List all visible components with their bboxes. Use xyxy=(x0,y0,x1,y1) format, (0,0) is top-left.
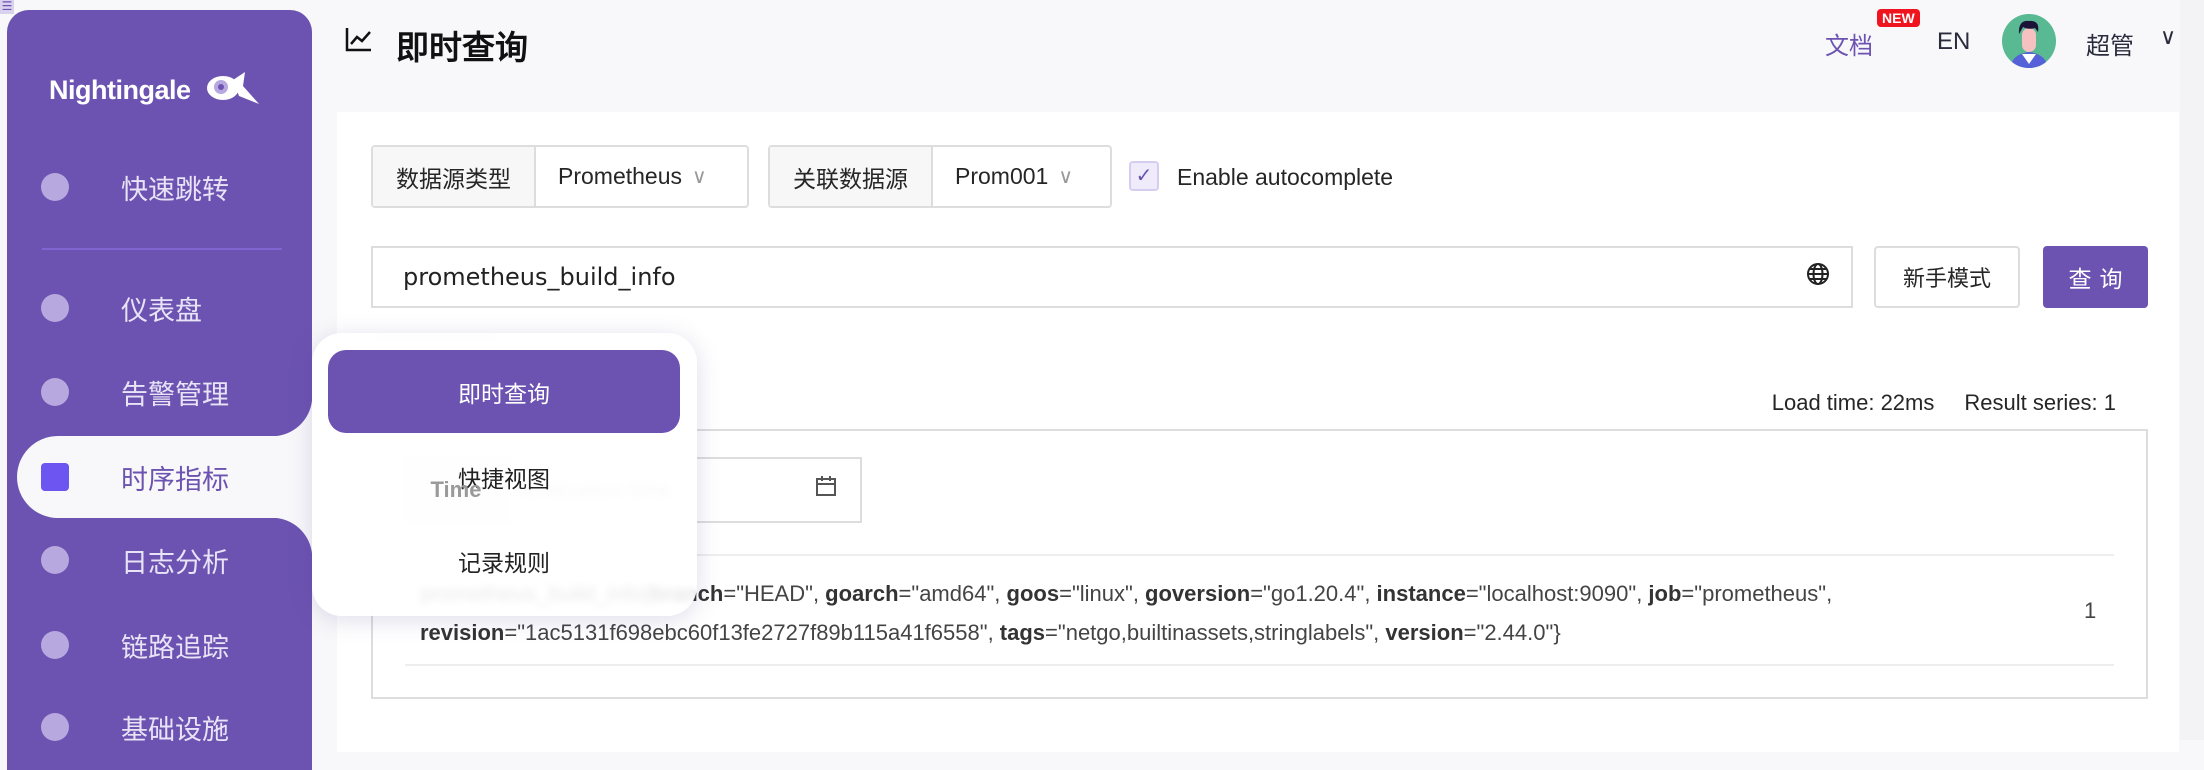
label-key: goversion xyxy=(1145,581,1251,606)
result-series: Result series: 1 xyxy=(1964,390,2116,415)
language-switch[interactable]: EN xyxy=(1937,28,1970,56)
autocomplete-checkbox[interactable]: ✓ xyxy=(1129,161,1159,191)
label-key: tags xyxy=(999,620,1046,645)
alarm-icon xyxy=(41,378,69,406)
popover-item[interactable]: 记录规则 xyxy=(328,519,680,602)
docs-link[interactable]: 文档 xyxy=(1825,26,1873,61)
sidebar-item-link[interactable]: 链路追踪 xyxy=(17,604,305,686)
label-key: job xyxy=(1648,581,1682,606)
datasource-type-label: 数据源类型 xyxy=(373,147,536,206)
avatar[interactable] xyxy=(2002,14,2056,68)
label-value: "2.44.0" xyxy=(1476,620,1554,645)
label-value: "prometheus" xyxy=(1694,581,1827,606)
label-value: "go1.20.4" xyxy=(1263,581,1365,606)
label-key: instance xyxy=(1376,581,1466,606)
calendar-icon[interactable] xyxy=(814,474,838,505)
datasource-type-value: Prometheus xyxy=(558,163,683,189)
load-time: Load time: 22ms xyxy=(1771,390,1935,415)
chevron-down-icon[interactable]: ∨ xyxy=(2160,24,2176,50)
autocomplete-label[interactable]: Enable autocomplete xyxy=(1177,164,1393,191)
label-key: goos xyxy=(1006,581,1060,606)
link-icon xyxy=(41,631,69,659)
metrics-icon xyxy=(41,463,69,491)
user-name[interactable]: 超管 xyxy=(2086,26,2134,61)
result-value: 1 xyxy=(2084,598,2097,623)
label-value: "amd64" xyxy=(911,581,995,606)
chevron-down-icon: ∨ xyxy=(692,166,707,188)
log-icon xyxy=(41,546,69,574)
sidebar-item-infra[interactable]: 基础设施 xyxy=(17,686,305,768)
promql-input[interactable]: prometheus_build_info xyxy=(371,246,1853,308)
sidebar-item-label: 告警管理 xyxy=(121,379,229,410)
nightingale-bird-icon xyxy=(206,72,259,104)
menu-collapse-icon[interactable]: ☰ xyxy=(0,0,14,14)
label-value: "linux" xyxy=(1071,581,1133,606)
popover-item[interactable]: 快捷视图 xyxy=(328,435,680,518)
label-value: "localhost:9090" xyxy=(1478,581,1637,606)
time-label: Time xyxy=(430,477,482,502)
label-key: revision xyxy=(420,620,505,645)
new-badge: NEW xyxy=(1877,9,1920,27)
dashboard-icon xyxy=(41,294,69,322)
sidebar-item-metrics[interactable]: 时序指标 xyxy=(17,396,312,558)
sidebar-item-label: 链路追踪 xyxy=(121,632,229,663)
sidebar-item-label: 时序指标 xyxy=(121,464,229,495)
datasource-label: 关联数据源 xyxy=(770,147,933,206)
search-icon xyxy=(41,173,69,201)
divider xyxy=(405,664,2114,666)
sidebar-item-dashboard[interactable]: 仪表盘 xyxy=(17,267,305,349)
sidebar-divider xyxy=(42,248,282,250)
infra-icon xyxy=(41,713,69,741)
label-value: "netgo,builtinassets,stringlabels" xyxy=(1057,620,1374,645)
datasource-value: Prom001 xyxy=(955,163,1049,189)
query-stats: Load time: 22ms Result series: 1 xyxy=(1772,390,2116,416)
datasource-select[interactable]: 关联数据源 Prom001 ∨ xyxy=(768,145,1112,208)
sidebar-item-label: 基础设施 xyxy=(121,714,229,745)
label-key: goarch xyxy=(825,581,899,606)
sidebar-item-log[interactable]: 日志分析 xyxy=(17,519,305,601)
sidebar-item-label: 日志分析 xyxy=(121,547,229,578)
query-mode-popover: 即时查询 快捷视图 记录规则 xyxy=(312,333,697,616)
sidebar-item-alarm[interactable]: 告警管理 xyxy=(17,351,305,433)
datasource-type-select[interactable]: 数据源类型 Prometheus ∨ xyxy=(371,145,749,208)
query-button[interactable]: 查询 xyxy=(2043,246,2148,308)
label-key: version xyxy=(1385,620,1464,645)
label-value: "HEAD" xyxy=(736,581,813,606)
chevron-down-icon: ∨ xyxy=(1058,166,1073,188)
sidebar-item-label: 快速跳转 xyxy=(121,174,229,205)
beginner-mode-button[interactable]: 新手模式 xyxy=(1874,246,2020,308)
popover-item[interactable]: 即时查询 xyxy=(328,350,680,433)
label-value: "1ac5131f698ebc60f13fe2727f89b115a41f655… xyxy=(517,620,988,645)
sidebar-item-search[interactable]: 快速跳转 xyxy=(17,146,305,228)
scrollbar-track[interactable] xyxy=(2180,0,2204,740)
line-chart-icon xyxy=(345,26,373,59)
logo[interactable]: Nightingale xyxy=(49,70,263,110)
globe-icon[interactable] xyxy=(1806,262,1830,293)
sidebar-item-label: 仪表盘 xyxy=(121,295,202,326)
page-title: 即时查询 xyxy=(396,29,528,66)
